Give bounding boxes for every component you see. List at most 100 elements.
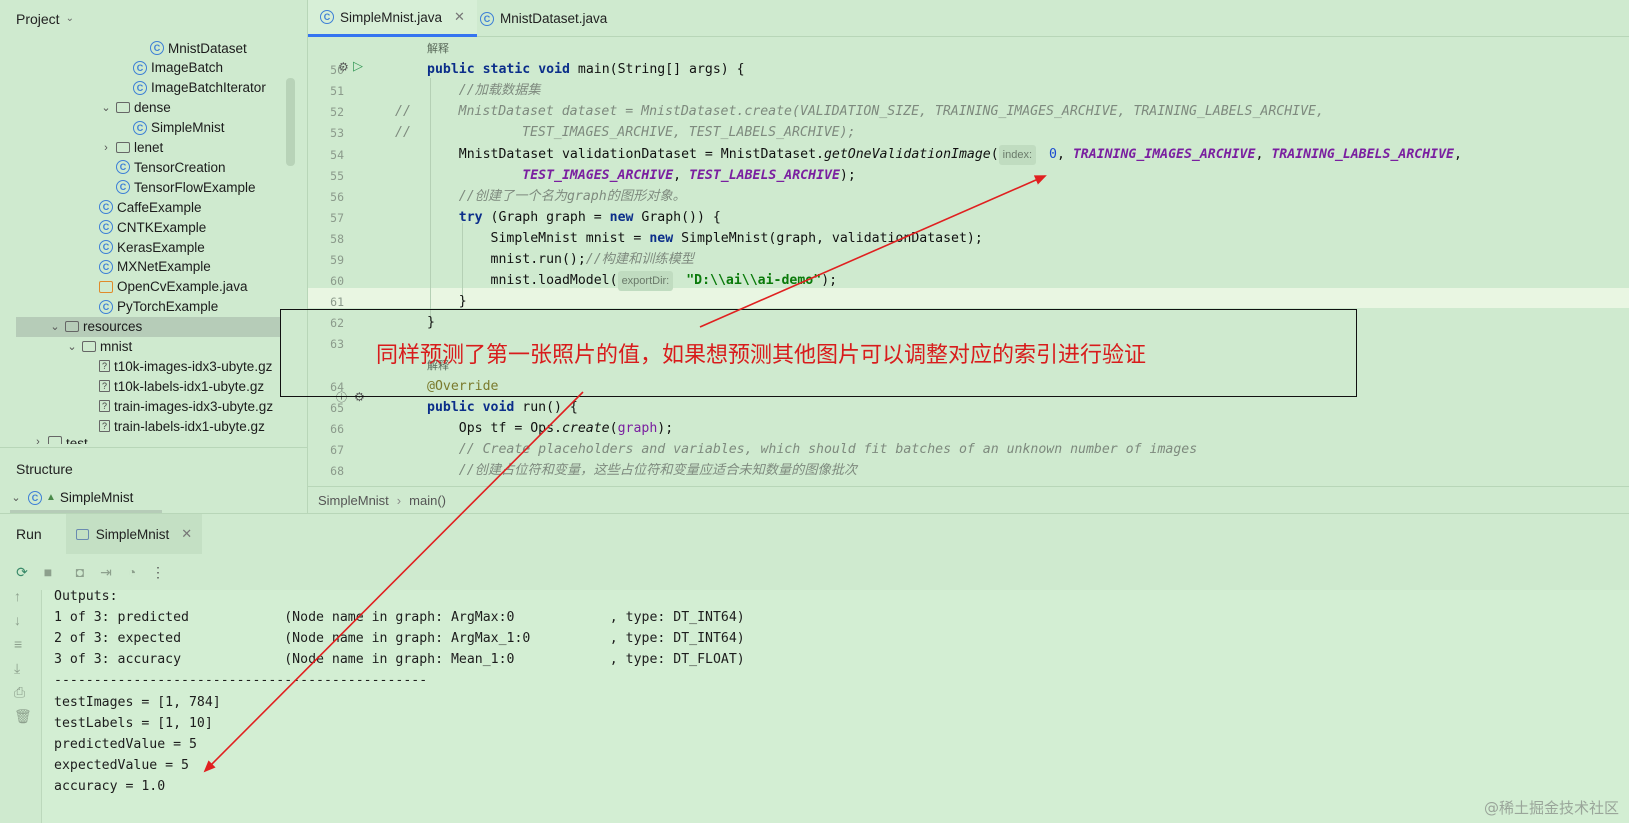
exit-icon[interactable]: ⇥ [93,564,119,581]
structure-title[interactable]: Structure [16,461,73,477]
trash-icon[interactable]: 🗑 [14,708,32,725]
code-line[interactable]: //创建占位符和变量，这些占位符和变量应适合未知数量的图像批次 [427,461,857,481]
tab-simplemnist-java[interactable]: C SimpleMnist.java ✕ [308,0,477,37]
tree-item[interactable]: ›?t10k-images-idx3-ubyte.gz [0,356,307,376]
console-line: 3 of 3: accuracy (Node name in graph: Me… [54,652,745,668]
line-number: 57 [330,210,344,225]
tree-scrollbar[interactable] [286,78,295,166]
tree-item[interactable]: ›CImageBatch [0,58,307,78]
tree-item[interactable]: ›?t10k-labels-idx1-ubyte.gz [0,376,307,396]
project-panel: Project ⌄ ›CMnistDataset›CImageBatch›CIm… [0,0,308,447]
project-title[interactable]: Project [16,11,60,27]
annotation-box: 同样预测了第一张照片的值，如果想预测其他图片可以调整对应的索引进行验证 [280,309,1357,397]
code-line[interactable]: mnist.run();//构建和训练模型 [427,250,694,270]
down-arrow-icon[interactable]: ↓ [14,612,21,628]
console-line: testImages = [1, 784] [54,694,221,710]
breadcrumb-method[interactable]: main() [409,493,446,508]
line-number: 66 [330,421,344,436]
chevron-right-icon[interactable]: › [32,436,44,444]
class-icon: C [150,41,164,55]
tree-item[interactable]: ›OpenCvExample.java [0,277,307,297]
rerun-icon[interactable]: ⟳ [9,564,35,581]
tree-item-label: CNTKExample [117,219,207,235]
class-icon: C [320,10,334,24]
print-icon[interactable]: ⎙ [14,684,25,701]
class-icon: C [99,299,113,314]
coverage-icon[interactable]: ◔ [119,564,145,580]
soft-wrap-icon[interactable]: ≡ [14,636,22,652]
console-output[interactable]: Outputs: 1 of 3: predicted (Node name in … [42,589,1629,823]
chevron-down-icon[interactable]: ⌄ [10,491,22,504]
more-icon[interactable]: ⋮ [145,564,171,581]
tree-item[interactable]: ›CImageBatchIterator [0,78,307,98]
chevron-down-icon[interactable]: ⌄ [66,13,74,24]
tree-item-label: OpenCvExample.java [117,279,248,295]
tree-item[interactable]: ›?train-images-idx3-ubyte.gz [0,396,307,416]
folder-icon [116,102,130,114]
tree-item[interactable]: ›CCNTKExample [0,217,307,237]
tree-item[interactable]: ⌄ resources [16,316,281,337]
close-icon[interactable]: ✕ [454,9,465,25]
project-header[interactable]: Project ⌄ [0,0,307,37]
class-icon: C [28,490,42,505]
java-file-icon [99,280,113,293]
breadcrumb-class[interactable]: SimpleMnist [318,493,389,508]
code-line[interactable]: public static void main(String[] args) { [427,60,745,80]
tree-item[interactable]: ›CTensorCreation [0,157,307,177]
tree-item[interactable]: ⌄ dense [0,98,307,118]
annotation-text: 同样预测了第一张照片的值，如果想预测其他图片可以调整对应的索引进行验证 [376,343,1147,368]
code-line[interactable]: MnistDataset validationDataset = MnistDa… [427,144,1462,165]
tree-item[interactable]: ›CMXNetExample [0,257,307,277]
tree-item-label: t10k-images-idx3-ubyte.gz [114,358,273,374]
tree-item-label: resources [83,319,143,335]
code-line[interactable]: 解释 [427,39,449,59]
code-line[interactable]: //加载数据集 [427,81,541,101]
chevron-down-icon[interactable]: ⌄ [66,340,78,353]
tree-item[interactable]: › test [0,436,307,444]
scroll-to-end-icon[interactable]: ⤓ [14,660,20,677]
class-icon: C [133,120,147,135]
camera-icon[interactable]: ◘ [67,564,93,580]
code-line[interactable]: // MnistDataset dataset = MnistDataset.c… [395,102,1324,122]
code-line[interactable]: //创建了一个名为graph的图形对象。 [427,187,686,207]
code-line[interactable]: SimpleMnist mnist = new SimpleMnist(grap… [427,229,983,249]
tree-item-label: CaffeExample [117,199,202,215]
code-line[interactable]: try (Graph graph = new Graph()) { [427,208,721,228]
tree-item[interactable]: › lenet [0,138,307,158]
close-icon[interactable]: ✕ [181,526,192,542]
tree-item-label: ImageBatch [151,60,224,76]
stop-icon[interactable]: ■ [35,564,61,580]
code-line[interactable]: Ops tf = Ops.create(graph); [427,419,673,439]
tree-item[interactable]: ›?train-labels-idx1-ubyte.gz [0,416,307,436]
tree-item[interactable]: ›CKerasExample [0,237,307,257]
tree-item[interactable]: ›CMnistDataset [0,38,307,58]
tree-item[interactable]: ⌄ mnist [0,337,307,357]
line-number: 55 [330,168,344,183]
console-line: testLabels = [1, 10] [54,715,213,731]
unknown-file-icon: ? [99,360,110,373]
chevron-right-icon[interactable]: › [100,142,112,154]
tab-mnistdataset-java[interactable]: C MnistDataset.java [468,0,619,37]
code-editor[interactable]: ⚙ ▷ ⓘ ⚙ 解释 50 public static void main(Stri… [308,38,1629,486]
editor-tabs: C SimpleMnist.java ✕ C MnistDataset.java [308,0,1629,37]
chevron-down-icon[interactable]: ⌄ [49,320,61,333]
tree-item[interactable]: ›CCaffeExample [0,197,307,217]
chevron-down-icon[interactable]: ⌄ [100,101,112,114]
up-arrow-icon[interactable]: ↑ [14,588,21,604]
line-number: 51 [330,84,344,99]
folder-icon [82,341,96,352]
tree-item[interactable]: ›CTensorFlowExample [0,177,307,197]
line-number: 68 [330,464,344,478]
tree-item[interactable]: ›CSimpleMnist [0,118,307,138]
tree-item[interactable]: ›CPyTorchExample [0,297,307,317]
structure-root-item[interactable]: ⌄ C ▲ SimpleMnist [10,490,133,505]
code-line[interactable]: // TEST_IMAGES_ARCHIVE, TEST_LABELS_ARCH… [395,123,856,143]
code-line[interactable]: // Create placeholders and variables, wh… [427,440,1197,460]
run-icon[interactable]: ▷ [353,58,363,74]
code-line[interactable]: mnist.loadModel(exportDir: "D:\\ai\\ai-d… [427,271,837,292]
code-line[interactable]: public void run() { [427,398,578,418]
run-tab-simplemnist[interactable]: SimpleMnist ✕ [65,513,203,555]
run-title[interactable]: Run [16,526,42,542]
code-line[interactable]: TEST_IMAGES_ARCHIVE, TEST_LABELS_ARCHIVE… [427,166,856,186]
tree-item-label: SimpleMnist [151,120,225,136]
